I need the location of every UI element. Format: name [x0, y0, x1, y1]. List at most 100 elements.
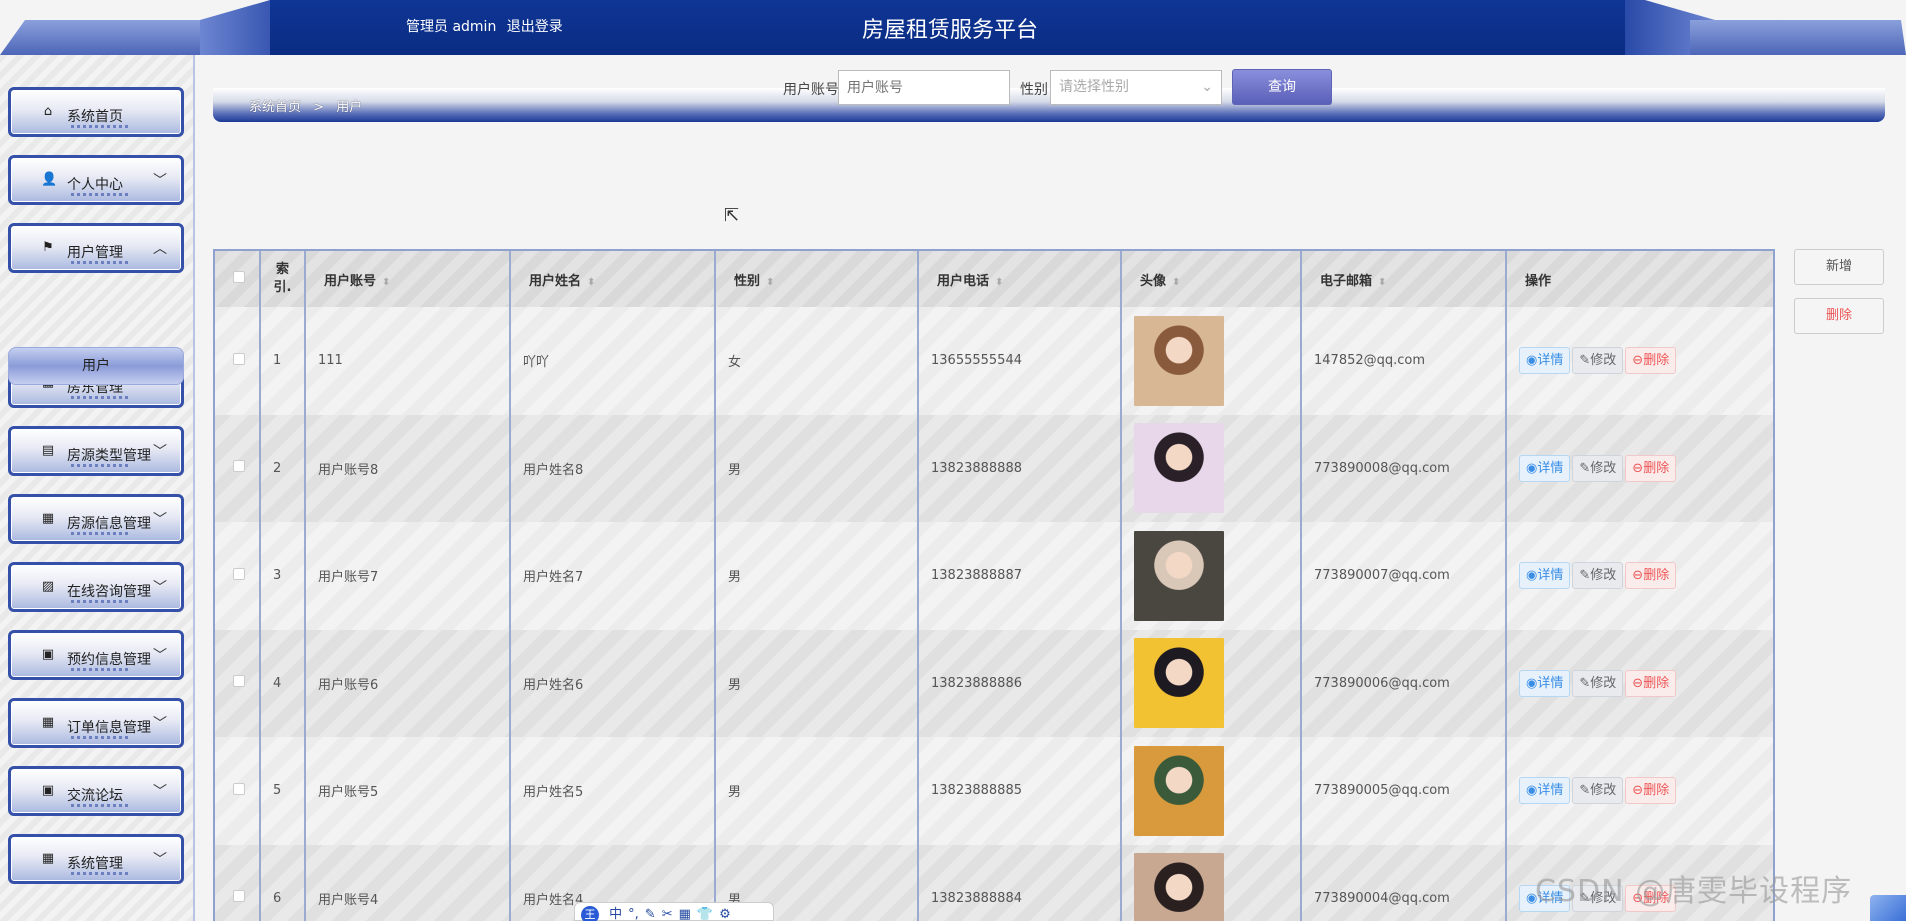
sort-icon[interactable]: ⬍: [995, 277, 1003, 288]
row-checkbox[interactable]: [233, 890, 245, 903]
sidebar-item-6[interactable]: ▦ 房源信息管理 ﹀: [8, 494, 184, 544]
row-checkbox[interactable]: [233, 352, 245, 365]
avatar[interactable]: [1134, 745, 1224, 836]
sidebar-item-3[interactable]: ⚑ 用户管理 ︿: [8, 223, 184, 273]
logout-link[interactable]: 退出登录: [507, 19, 563, 35]
sidebar-item-2[interactable]: 👤 个人中心 ﹀: [8, 155, 184, 205]
view-label: 详情: [1537, 675, 1564, 691]
sort-icon[interactable]: ⬍: [1172, 277, 1180, 288]
sidebar-item-label: 交流论坛: [67, 788, 123, 804]
row-checkbox[interactable]: [233, 567, 245, 580]
delete-label: 删除: [1643, 353, 1670, 369]
cell-account: 用户账号4: [305, 844, 511, 921]
header-gender[interactable]: 性别 ⬍: [715, 251, 919, 307]
chevron-icon: ︿: [153, 241, 167, 257]
edit-label: 修改: [1590, 353, 1617, 369]
sidebar-item-label: 订单信息管理: [67, 720, 151, 736]
header-avatar[interactable]: 头像 ⬍: [1121, 251, 1302, 307]
edit-button[interactable]: ✎修改: [1572, 669, 1624, 697]
sidebar-item-5[interactable]: ▤ 房源类型管理 ﹀: [8, 426, 184, 476]
view-label: 详情: [1537, 460, 1564, 476]
sidebar: ⌂系统首页👤个人中心﹀⚑用户管理︿▦房东管理﹀▤房源类型管理﹀▦房源信息管理﹀▨…: [0, 55, 195, 921]
view-button[interactable]: ◉详情: [1519, 669, 1571, 697]
edit-button[interactable]: ✎修改: [1572, 562, 1624, 590]
chevron-icon: ﹀: [153, 716, 167, 732]
cell-ops: ◉详情 ✎修改 ⊖删除: [1506, 629, 1773, 737]
cell-name: 用户姓名5: [510, 737, 716, 845]
edit-button[interactable]: ✎修改: [1572, 777, 1624, 805]
edit-label: 修改: [1590, 783, 1617, 799]
sort-icon[interactable]: ⬍: [587, 277, 595, 288]
row-checkbox[interactable]: [233, 460, 245, 473]
breadcrumb-home[interactable]: 系统首页: [249, 100, 301, 115]
header-email-label: 电子邮箱: [1320, 273, 1373, 289]
ime-tool-icon[interactable]: °,: [628, 907, 639, 921]
user-icon: 👤: [41, 172, 58, 187]
delete-button[interactable]: ⊖删除: [1625, 562, 1677, 590]
ime-tool-icon[interactable]: ⚙: [719, 907, 731, 921]
chevron-icon: ﹀: [153, 512, 167, 528]
query-button[interactable]: 查询: [1232, 69, 1332, 105]
header-name[interactable]: 用户姓名 ⬍: [510, 251, 716, 307]
menu-decoration: [71, 464, 131, 467]
row-checkbox[interactable]: [233, 675, 245, 688]
sort-icon[interactable]: ⬍: [382, 277, 390, 288]
sidebar-item-9[interactable]: ▦ 订单信息管理 ﹀: [8, 698, 184, 748]
ime-logo-icon[interactable]: 王: [581, 906, 599, 921]
edit-button[interactable]: ✎修改: [1572, 454, 1624, 482]
sidebar-subitem-user[interactable]: 用户: [8, 347, 184, 385]
sidebar-item-7[interactable]: ▨ 在线咨询管理 ﹀: [8, 562, 184, 612]
sidebar-item-8[interactable]: ▣ 预约信息管理 ﹀: [8, 630, 184, 680]
header-decoration-right: [1690, 20, 1906, 55]
cell-phone: 13655555544: [918, 307, 1122, 415]
sidebar-item-11[interactable]: ▦ 系统管理 ﹀: [8, 834, 184, 884]
view-button[interactable]: ◉详情: [1519, 454, 1571, 482]
avatar[interactable]: [1134, 315, 1224, 406]
ime-tool-icon[interactable]: ✎: [645, 907, 656, 921]
row-select-cell: [215, 414, 261, 522]
pencil-icon: ✎: [1579, 460, 1591, 476]
row-select-cell: [215, 737, 261, 845]
avatar[interactable]: [1134, 638, 1224, 729]
view-button[interactable]: ◉详情: [1519, 347, 1571, 375]
ime-tool-icon[interactable]: 👕: [697, 907, 713, 921]
add-button[interactable]: 新增: [1794, 249, 1884, 285]
edit-button[interactable]: ✎修改: [1572, 347, 1624, 375]
ime-tool-icon[interactable]: ✂: [662, 907, 673, 921]
view-button[interactable]: ◉详情: [1519, 562, 1571, 590]
avatar[interactable]: [1134, 853, 1224, 921]
avatar[interactable]: [1134, 423, 1224, 514]
row-select-cell: [215, 307, 261, 415]
delete-button[interactable]: ⊖删除: [1625, 669, 1677, 697]
delete-button[interactable]: ⊖删除: [1625, 777, 1677, 805]
menu-decoration: [71, 600, 131, 603]
select-all-checkbox[interactable]: [233, 271, 245, 283]
ime-tool-icon[interactable]: ▦: [679, 907, 691, 921]
sidebar-item-10[interactable]: ▣ 交流论坛 ﹀: [8, 766, 184, 816]
cell-phone: 13823888885: [918, 737, 1122, 845]
row-checkbox[interactable]: [233, 782, 245, 795]
header-phone[interactable]: 用户电话 ⬍: [918, 251, 1122, 307]
minus-circle-icon: ⊖: [1632, 675, 1644, 691]
chevron-down-icon: ⌄: [1201, 79, 1213, 95]
header-index: 索 引.: [260, 251, 306, 307]
minus-circle-icon: ⊖: [1632, 783, 1644, 799]
corner-widget[interactable]: [1870, 895, 1906, 921]
header-select-all[interactable]: [215, 251, 261, 307]
cell-name: 用户姓名7: [510, 522, 716, 630]
view-button[interactable]: ◉详情: [1519, 777, 1571, 805]
sort-icon[interactable]: ⬍: [766, 277, 774, 288]
breadcrumb-current: 用户: [336, 100, 363, 115]
sidebar-item-1[interactable]: ⌂ 系统首页: [8, 87, 184, 137]
account-search-input[interactable]: [838, 70, 1010, 105]
delete-button[interactable]: ⊖删除: [1625, 347, 1677, 375]
ime-tool-icon[interactable]: 中: [609, 907, 622, 921]
header-email[interactable]: 电子邮箱 ⬍: [1301, 251, 1507, 307]
delete-button[interactable]: ⊖删除: [1625, 454, 1677, 482]
header-account[interactable]: 用户账号 ⬍: [305, 251, 511, 307]
eye-icon: ◉: [1526, 460, 1538, 476]
avatar[interactable]: [1134, 530, 1224, 621]
gender-select[interactable]: 请选择性别 ⌄: [1050, 70, 1222, 105]
sort-icon[interactable]: ⬍: [1378, 277, 1386, 288]
batch-delete-button[interactable]: 删除: [1794, 298, 1884, 334]
